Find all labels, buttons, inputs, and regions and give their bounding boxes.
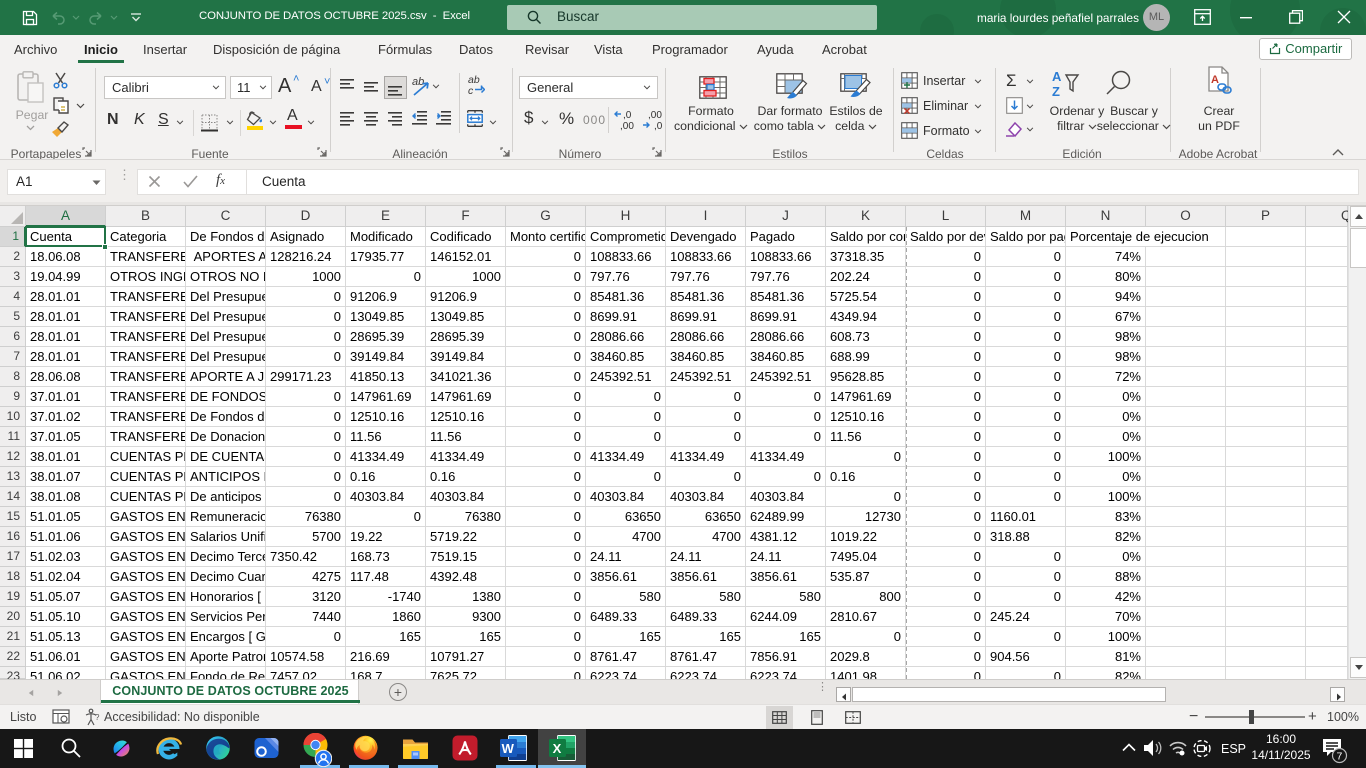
svg-text:A: A — [1052, 69, 1062, 84]
svg-text:7: 7 — [1337, 751, 1343, 763]
svg-text:W: W — [502, 741, 515, 756]
svg-text:,00: ,00 — [620, 121, 634, 132]
svg-text:,00: ,00 — [648, 110, 662, 121]
svg-text:X: X — [553, 741, 562, 756]
svg-text:?: ? — [95, 713, 100, 722]
svg-text:,0: ,0 — [654, 121, 663, 132]
svg-text:c: c — [468, 85, 474, 96]
svg-text:A: A — [1211, 74, 1219, 86]
svg-text:ab: ab — [412, 76, 424, 88]
svg-text:,0: ,0 — [623, 110, 632, 121]
svg-text:Z: Z — [1052, 84, 1060, 99]
